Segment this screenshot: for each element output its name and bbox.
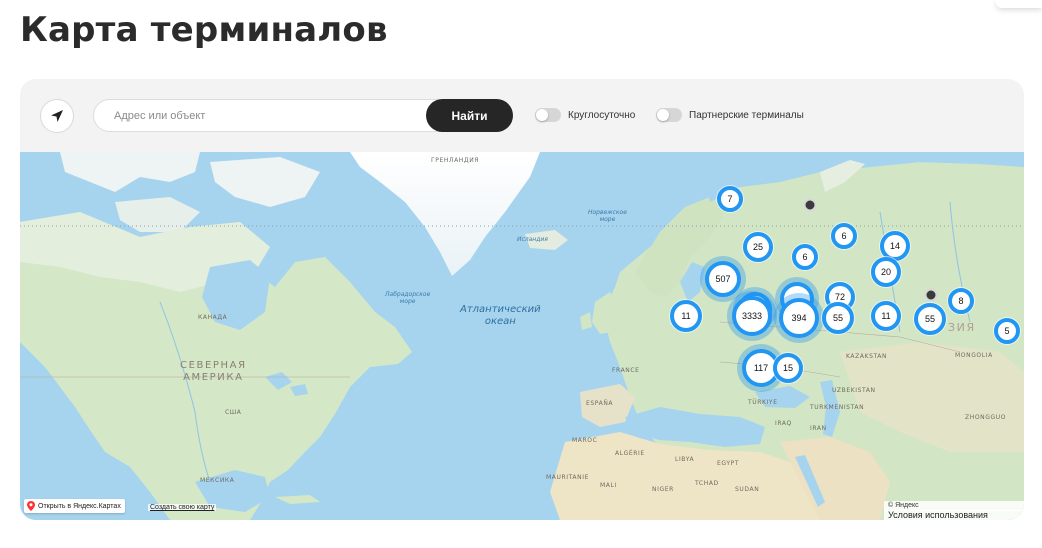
open-in-yandex-maps-label: Открыть в Яндекс.Картах [38, 502, 121, 510]
cluster-marker[interactable]: 55 [822, 302, 854, 334]
cluster-marker[interactable]: 6 [831, 223, 857, 249]
page-title: Карта терминалов [20, 10, 388, 50]
toggle-track[interactable] [535, 108, 561, 122]
search-input[interactable] [114, 100, 424, 131]
terminal-marker[interactable] [803, 198, 817, 212]
open-in-yandex-maps-button[interactable]: Открыть в Яндекс.Картах [24, 499, 125, 513]
geolocation-button[interactable] [40, 99, 74, 133]
cluster-marker[interactable]: 6 [792, 244, 818, 270]
terminal-map-card: Найти Круглосуточно Партнерские терминал… [20, 79, 1024, 520]
terms-of-use-link[interactable]: Условия использования [884, 510, 1024, 520]
cluster-marker[interactable]: 394 [779, 298, 819, 338]
cluster-marker[interactable]: 15 [773, 353, 803, 383]
navigation-arrow-icon [51, 110, 63, 122]
toggle-partner-label: Партнерские терминалы [689, 109, 804, 121]
floating-widget-edge [996, 0, 1042, 8]
map-toolbar: Найти Круглосуточно Партнерские терминал… [20, 79, 1024, 152]
map-canvas[interactable]: ГРЕНЛАНДИЯ Исландия Норвежское море Лабр… [20, 152, 1024, 520]
create-own-map-link[interactable]: Создать свою карту [148, 504, 217, 511]
toggle-partner-terminals[interactable]: Партнерские терминалы [656, 108, 804, 122]
toggle-track[interactable] [656, 108, 682, 122]
cluster-marker[interactable]: 507 [705, 261, 741, 297]
toggle-24h-label: Круглосуточно [568, 109, 636, 121]
search-box: Найти [93, 99, 513, 132]
cluster-marker[interactable]: 11 [871, 301, 901, 331]
cluster-marker[interactable]: 20 [871, 257, 901, 287]
map-pin-icon [27, 501, 35, 511]
cluster-marker[interactable]: 3333 [732, 296, 772, 336]
cluster-marker[interactable]: 5 [994, 318, 1020, 344]
terminal-marker[interactable] [924, 288, 938, 302]
cluster-marker[interactable]: 7 [717, 186, 743, 212]
cluster-marker[interactable]: 11 [670, 300, 702, 332]
toggle-24h[interactable]: Круглосуточно [535, 108, 635, 122]
search-button[interactable]: Найти [426, 99, 513, 132]
cluster-marker[interactable]: 25 [743, 232, 773, 262]
cluster-marker[interactable]: 55 [914, 303, 946, 335]
cluster-marker[interactable]: 8 [948, 288, 974, 314]
map-base-layer [20, 152, 1024, 520]
